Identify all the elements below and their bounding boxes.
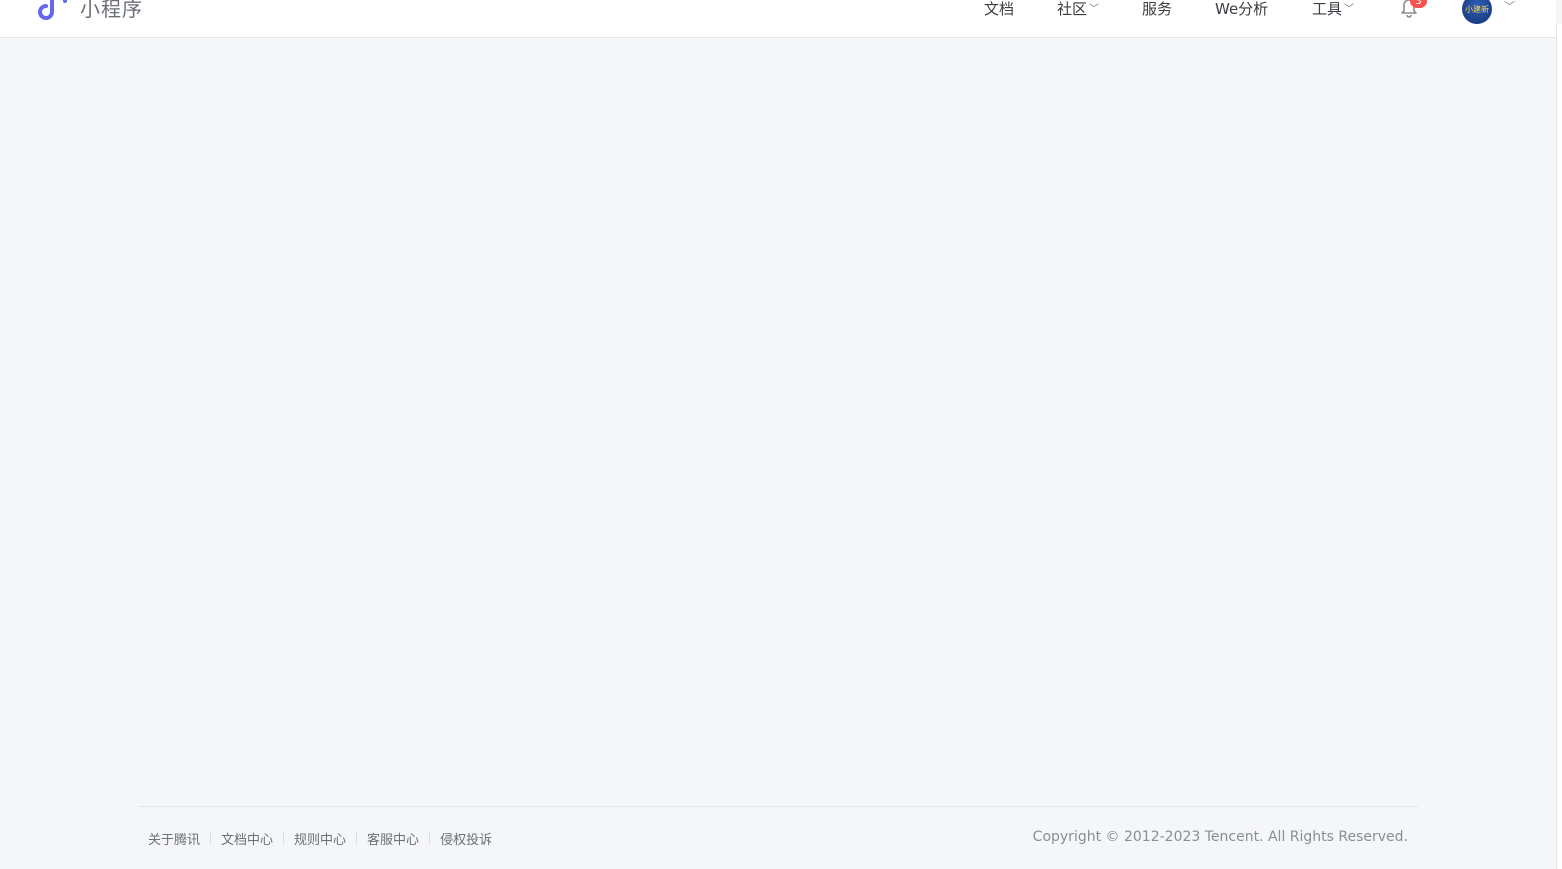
nav-service[interactable]: 服务 [1142,0,1172,20]
chevron-down-icon[interactable]: ﹀ [1504,0,1515,14]
notification-badge: 3 [1410,0,1427,8]
copyright-text: Copyright © 2012-2023 Tencent. All Right… [1032,829,1408,845]
footer-separator [210,832,212,845]
miniprogram-logo-icon [38,0,67,20]
nav-we-analytics-label: We分析 [1215,0,1269,18]
footer-link-about[interactable]: 关于腾讯 [148,829,200,848]
brand-logo[interactable]: 小程序 [38,0,143,22]
footer-separator [283,832,285,845]
avatar-text: 小建新 [1465,4,1489,14]
footer-link-support[interactable]: 客服中心 [367,829,419,848]
nav-service-label: 服务 [1142,0,1173,18]
footer-separator [429,832,431,845]
footer-link-complaint[interactable]: 侵权投诉 [440,829,492,848]
nav-community[interactable]: 社区 ﹀ [1057,0,1099,20]
nav-docs-label: 文档 [984,0,1015,18]
footer-separator [356,832,358,845]
footer-link-rules[interactable]: 规则中心 [294,829,346,848]
vertical-scrollbar[interactable] [1556,24,1562,869]
nav-we-analytics[interactable]: We分析 [1215,0,1268,20]
avatar-icon[interactable]: 小建新 [1462,0,1492,24]
nav-community-label: 社区 [1057,0,1088,18]
brand-name: 小程序 [80,0,143,21]
footer-links: 关于腾讯 文档中心 规则中心 客服中心 侵权投诉 [148,829,492,848]
chevron-down-icon: ﹀ [1089,3,1100,15]
top-navigation-bar: 小程序 文档 社区 ﹀ 服务 We分析 工具 ﹀ 3 小建新 ﹀ [0,0,1556,38]
footer-divider [138,806,1418,807]
nav-tools[interactable]: 工具 ﹀ [1312,0,1354,20]
footer-link-docs[interactable]: 文档中心 [221,829,273,848]
nav-docs[interactable]: 文档 [984,0,1014,20]
chevron-down-icon: ﹀ [1344,3,1355,15]
nav-tools-label: 工具 [1312,0,1343,18]
